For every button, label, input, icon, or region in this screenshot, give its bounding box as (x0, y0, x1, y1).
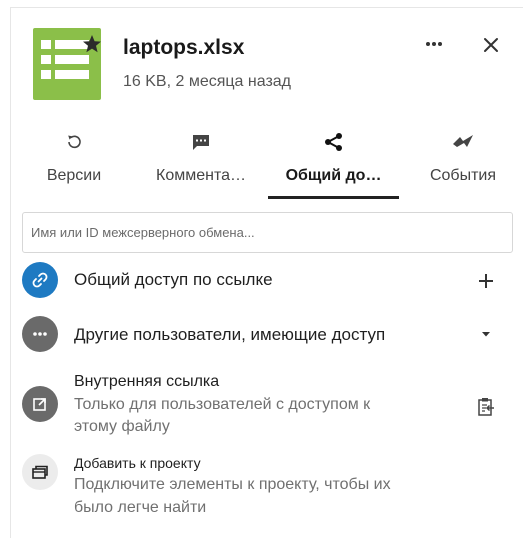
add-project-title[interactable]: Добавить к проекту (74, 455, 201, 471)
file-name: laptops.xlsx (123, 36, 245, 59)
internal-link-subtitle-2: этому файлу (74, 418, 170, 435)
plus-icon[interactable] (476, 271, 496, 291)
tab-comments[interactable]: Коммента… (143, 128, 259, 200)
share-search-input[interactable] (22, 212, 513, 253)
tab-label: Общий до… (285, 167, 382, 184)
caret-down-icon[interactable] (478, 326, 494, 342)
internal-link-subtitle-1: Только для пользователей с доступом к (74, 396, 371, 413)
file-meta: 16 KB, 2 месяца назад (123, 73, 292, 90)
tab-label: События (429, 167, 497, 184)
tab-versions[interactable]: Версии (30, 128, 118, 200)
activity-icon (453, 135, 473, 147)
add-project-subtitle-2: было легче найти (74, 499, 207, 516)
internal-link-title: Внутренняя ссылка (74, 373, 220, 390)
active-tab-indicator (268, 196, 399, 199)
more-users-icon (22, 316, 58, 352)
share-icon (324, 133, 342, 151)
history-icon (68, 135, 81, 149)
close-icon[interactable] (476, 30, 506, 60)
more-horizontal-icon[interactable] (420, 30, 448, 58)
clipboard-icon[interactable] (476, 396, 496, 418)
comment-icon (193, 135, 209, 150)
star-icon[interactable] (82, 34, 102, 54)
add-project-subtitle-1: Подключите элементы к проекту, чтобы их (74, 476, 391, 493)
tab-label: Коммента… (156, 167, 246, 184)
external-link-icon (22, 386, 58, 422)
tab-label: Версии (46, 167, 102, 184)
link-share-label[interactable]: Общий доступ по ссылке (74, 270, 273, 290)
project-icon (22, 454, 58, 490)
other-users-label[interactable]: Другие пользователи, имеющие доступ (74, 325, 385, 345)
tab-activity[interactable]: События (418, 128, 508, 200)
link-icon (22, 262, 58, 298)
tab-sharing[interactable]: Общий до… (268, 128, 399, 200)
